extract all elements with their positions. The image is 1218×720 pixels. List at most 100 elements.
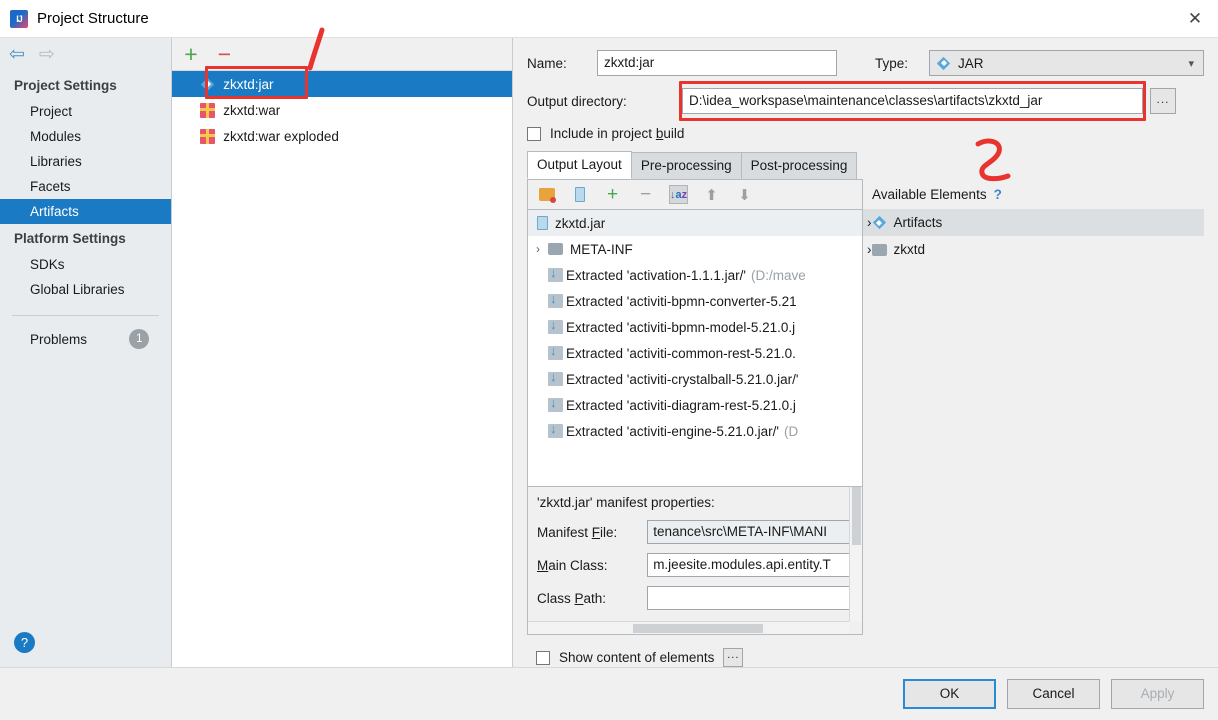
tree-row-label: Extracted 'activiti-bpmn-converter-5.21 — [566, 293, 797, 309]
include-in-build-checkbox[interactable] — [527, 126, 541, 141]
tree-row[interactable]: Extracted 'activiti-crystalball-5.21.0.j… — [528, 366, 862, 392]
available-elements-panel: Available Elements ? › Artifacts › zkxtd — [863, 179, 1204, 635]
add-icon[interactable]: + — [603, 185, 622, 204]
tree-row[interactable]: Extracted 'activiti-bpmn-converter-5.21 — [528, 288, 862, 314]
extracted-jar-icon — [548, 369, 563, 386]
name-input[interactable]: zkxtd:jar — [597, 50, 837, 76]
help-icon[interactable]: ? — [994, 187, 1002, 202]
available-elements-title: Available Elements — [872, 186, 987, 202]
module-folder-icon — [871, 243, 887, 256]
window-titlebar: Project Structure ✕ — [0, 0, 1218, 38]
chevron-right-icon[interactable]: › — [528, 242, 548, 256]
jar-artifact-icon — [872, 215, 887, 230]
tree-row[interactable]: Extracted 'activation-1.1.1.jar/' (D:/ma… — [528, 262, 862, 288]
sidebar-item-artifacts[interactable]: Artifacts — [0, 199, 172, 224]
tab-output-layout[interactable]: Output Layout — [527, 151, 632, 179]
extracted-jar-icon — [548, 291, 563, 308]
tree-row[interactable]: Extracted 'activiti-common-rest-5.21.0. — [528, 340, 862, 366]
tree-row-label: Extracted 'activiti-bpmn-model-5.21.0.j — [566, 319, 796, 335]
tab-post-processing[interactable]: Post-processing — [740, 152, 858, 179]
output-tabs: Output Layout Pre-processing Post-proces… — [527, 151, 1204, 179]
create-directory-icon[interactable] — [537, 185, 556, 204]
folder-icon — [548, 243, 563, 255]
tree-row-label: Extracted 'activiti-common-rest-5.21.0. — [566, 345, 796, 361]
sidebar-item-global-libraries[interactable]: Global Libraries — [0, 277, 171, 302]
available-element-label: zkxtd — [893, 242, 926, 257]
arrow-right-icon[interactable]: ⇨ — [39, 45, 55, 64]
sidebar-item-libraries[interactable]: Libraries — [0, 149, 171, 174]
sidebar-item-problems[interactable]: Problems 1 — [0, 316, 171, 354]
class-path-input[interactable] — [647, 586, 862, 610]
name-label: Name: — [527, 55, 567, 71]
list-item[interactable]: zkxtd:war — [172, 97, 512, 123]
list-item[interactable]: zkxtd:war exploded — [172, 123, 512, 149]
sidebar-item-modules[interactable]: Modules — [0, 124, 171, 149]
help-button-wrap: ? — [0, 632, 171, 667]
remove-icon[interactable]: − — [636, 185, 655, 204]
output-directory-row: Output directory: D:\idea_workspase\main… — [527, 81, 1204, 121]
sidebar-item-sdks[interactable]: SDKs — [0, 252, 171, 277]
type-select-value: JAR — [958, 55, 984, 71]
browse-output-directory-button[interactable]: ... — [1150, 88, 1176, 114]
list-item[interactable]: › zkxtd — [863, 236, 1204, 263]
artifact-label: zkxtd:jar — [223, 76, 274, 92]
main-class-input[interactable]: m.jeesite.modules.api.entity.T — [647, 553, 862, 577]
manifest-properties-panel: 'zkxtd.jar' manifest properties: Manifes… — [527, 487, 863, 635]
output-directory-input[interactable]: D:\idea_workspase\maintenance\classes\ar… — [682, 88, 1143, 114]
arrow-left-icon[interactable]: ⇦ — [9, 45, 25, 64]
war-artifact-icon — [200, 102, 216, 118]
manifest-vertical-scrollbar[interactable] — [849, 487, 862, 621]
extracted-jar-icon — [548, 395, 563, 412]
sidebar-item-facets[interactable]: Facets — [0, 174, 171, 199]
tree-row-label: Extracted 'activation-1.1.1.jar/' — [566, 267, 746, 283]
chevron-right-icon[interactable]: › — [867, 242, 872, 257]
move-down-icon[interactable]: ⬇ — [735, 185, 754, 204]
remove-artifact-button[interactable]: − — [218, 42, 231, 66]
cancel-button[interactable]: Cancel — [1007, 678, 1100, 709]
move-up-icon[interactable]: ⬆ — [702, 185, 721, 204]
tree-row[interactable]: Extracted 'activiti-bpmn-model-5.21.0.j — [528, 314, 862, 340]
jar-artifact-icon — [936, 56, 951, 71]
manifest-horizontal-scrollbar[interactable] — [528, 621, 849, 634]
create-archive-icon[interactable] — [570, 185, 589, 204]
tree-row-label: zkxtd.jar — [555, 215, 606, 231]
sort-alphabetically-icon[interactable]: ↓az — [669, 185, 688, 204]
class-path-row: Class Path: — [537, 586, 862, 610]
add-artifact-button[interactable]: + — [184, 42, 197, 66]
show-content-label: Show content of elements — [559, 650, 715, 665]
artifact-detail-pane: Name: zkxtd:jar Type: JAR ▾ Output direc… — [513, 38, 1218, 667]
tree-row-hint: (D — [784, 423, 799, 439]
dialog-body: ⇦ ⇨ Project Settings Project Modules Lib… — [0, 38, 1218, 667]
ok-button[interactable]: OK — [903, 678, 996, 709]
war-artifact-icon — [200, 128, 216, 144]
tree-row-label: Extracted 'activiti-engine-5.21.0.jar/' — [566, 423, 780, 439]
tree-row[interactable]: Extracted 'activiti-diagram-rest-5.21.0.… — [528, 392, 862, 418]
main-class-row: Main Class: m.jeesite.modules.api.entity… — [537, 553, 862, 577]
tree-row[interactable]: zkxtd.jar — [528, 210, 862, 236]
help-icon[interactable]: ? — [14, 632, 35, 653]
tree-row[interactable]: Extracted 'activiti-engine-5.21.0.jar/' … — [528, 418, 862, 444]
type-label: Type: — [875, 55, 909, 71]
available-elements-header: Available Elements ? — [863, 179, 1204, 209]
sidebar-item-project[interactable]: Project — [0, 99, 171, 124]
list-item[interactable]: › Artifacts — [863, 209, 1204, 236]
output-layout-toolbar: + − ↓az ⬆ ⬇ — [527, 179, 863, 209]
tree-row[interactable]: › META-INF — [528, 236, 862, 262]
chevron-down-icon: ▾ — [1188, 57, 1194, 70]
close-icon[interactable]: ✕ — [1172, 0, 1218, 38]
artifacts-toolbar: + − — [172, 38, 512, 71]
sidebar-section-header-platform: Platform Settings — [14, 231, 126, 246]
manifest-file-input[interactable]: tenance\src\META-INF\MANI — [647, 520, 862, 544]
settings-sidebar: ⇦ ⇨ Project Settings Project Modules Lib… — [0, 38, 173, 667]
show-content-options-button[interactable]: ... — [723, 648, 744, 667]
apply-button[interactable]: Apply — [1111, 678, 1204, 709]
sidebar-item-problems-label: Problems — [30, 331, 88, 347]
artifacts-list-panel: + − zkxtd:jar zkxtd:war zkxtd:war explod… — [172, 38, 513, 667]
list-item[interactable]: zkxtd:jar — [172, 71, 512, 97]
show-content-row: Show content of elements ... — [527, 635, 1204, 667]
tab-pre-processing[interactable]: Pre-processing — [630, 152, 742, 179]
show-content-checkbox[interactable] — [536, 650, 550, 665]
output-layout-tree[interactable]: zkxtd.jar › META-INF Extracted 'activati… — [527, 209, 863, 487]
type-select[interactable]: JAR ▾ — [929, 50, 1204, 76]
window-title: Project Structure — [37, 10, 149, 27]
